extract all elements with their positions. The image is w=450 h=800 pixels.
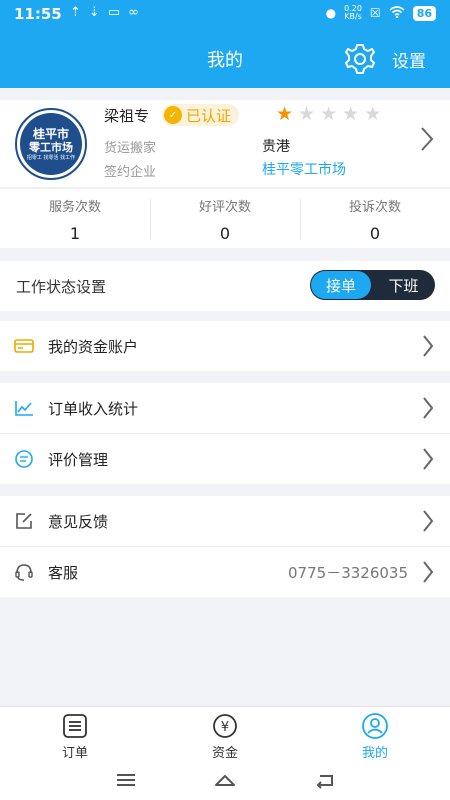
star-empty-icon: ★ bbox=[298, 103, 316, 125]
tab-orders[interactable]: 订单 bbox=[0, 707, 150, 762]
settings-label: 设置 bbox=[392, 51, 426, 72]
user-name: 梁祖专 bbox=[104, 107, 150, 125]
status-time: 11:55 bbox=[14, 5, 62, 23]
menu-item-account[interactable]: 我的资金账户 bbox=[0, 321, 450, 371]
stat-good-review-count: 好评次数 0 bbox=[150, 189, 300, 248]
upload-icon: ⇡ bbox=[70, 5, 81, 20]
status-bar: 11:55 ⇡ ⇣ ▭ ∞ ● 0.20 KB/s ☒ 86 bbox=[0, 0, 450, 30]
sim-icon: ☒ bbox=[369, 6, 381, 20]
chevron-right-icon bbox=[423, 561, 434, 583]
contract-company-label: 签约企业 bbox=[104, 165, 157, 180]
order-list-icon bbox=[63, 714, 87, 738]
rating-stars: ★ ★ ★ ★ ★ bbox=[276, 103, 381, 125]
work-status-toggle[interactable]: 接单 下班 bbox=[310, 270, 435, 300]
star-filled-icon: ★ bbox=[276, 103, 294, 125]
contract-company-value: 桂平零工市场 bbox=[262, 162, 346, 178]
menu-item-income-stats[interactable]: 订单收入统计 bbox=[0, 383, 450, 433]
profile-card[interactable]: 桂平市 零工市场 招零工 找零活 找工作 梁祖专 ✓ 已认证 ★ ★ ★ ★ ★ 货运搬… bbox=[0, 100, 450, 187]
chevron-right-icon bbox=[423, 397, 434, 419]
status-right: ● 0.20 KB/s ☒ 86 bbox=[326, 5, 436, 21]
bottom-tab-bar: 订单 ¥ 资金 我的 bbox=[0, 706, 450, 762]
chevron-right-icon bbox=[423, 448, 434, 470]
toggle-accept-orders[interactable]: 接单 bbox=[311, 271, 371, 299]
app-notification-icon: ▭ bbox=[107, 5, 121, 20]
edit-note-icon bbox=[16, 513, 32, 529]
stats-panel: 服务次数 1 好评次数 0 投诉次数 0 bbox=[0, 188, 450, 248]
location-icon: ● bbox=[325, 6, 337, 20]
svg-text:¥: ¥ bbox=[221, 720, 229, 735]
service-type-label: 货运搬家 bbox=[104, 141, 157, 156]
download-icon: ⇣ bbox=[88, 5, 100, 20]
line-chart-icon bbox=[15, 401, 33, 416]
link-icon: ∞ bbox=[128, 5, 139, 20]
menu-item-feedback[interactable]: 意见反馈 bbox=[0, 496, 450, 546]
headset-icon bbox=[15, 564, 33, 581]
wifi-icon bbox=[389, 5, 405, 21]
wallet-card-icon bbox=[14, 339, 34, 353]
menu-item-customer-service[interactable]: 客服 0775－3326035 bbox=[0, 547, 450, 597]
net-speed: 0.20 KB/s bbox=[344, 4, 362, 21]
verified-badge: ✓ 已认证 bbox=[162, 104, 240, 126]
user-profile-icon bbox=[362, 713, 388, 739]
star-empty-icon: ★ bbox=[342, 103, 360, 125]
work-status-label: 工作状态设置 bbox=[16, 278, 107, 296]
battery-indicator: 86 bbox=[412, 5, 436, 21]
chevron-right-icon bbox=[423, 335, 434, 357]
home-icon[interactable] bbox=[214, 771, 236, 789]
yuan-coin-icon: ¥ bbox=[213, 714, 237, 738]
chevron-right-icon bbox=[421, 127, 434, 151]
work-status-row: 工作状态设置 接单 下班 bbox=[0, 261, 450, 311]
back-icon[interactable] bbox=[314, 771, 336, 789]
system-nav-bar bbox=[0, 762, 450, 800]
service-area-value: 贵港 bbox=[262, 139, 290, 155]
star-empty-icon: ★ bbox=[320, 103, 338, 125]
stat-service-count: 服务次数 1 bbox=[48, 200, 101, 243]
market-logo: 桂平市 零工市场 招零工 找零活 找工作 bbox=[15, 108, 87, 180]
star-empty-icon: ★ bbox=[364, 103, 382, 125]
tab-funds[interactable]: ¥ 资金 bbox=[150, 707, 300, 762]
stat-complaint-count: 投诉次数 0 bbox=[300, 189, 450, 248]
menu-icon[interactable] bbox=[115, 771, 137, 789]
chevron-right-icon bbox=[423, 510, 434, 532]
gear-icon bbox=[345, 44, 375, 74]
toggle-off-duty[interactable]: 下班 bbox=[372, 270, 435, 300]
review-bubble-icon bbox=[15, 450, 33, 468]
app-header: 我的 设置 bbox=[0, 30, 450, 88]
service-phone: 0775－3326035 bbox=[288, 564, 408, 582]
notification-icons: ⇡ ⇣ ▭ ∞ bbox=[70, 5, 139, 20]
menu-item-reviews[interactable]: 评价管理 bbox=[0, 434, 450, 484]
settings-button[interactable]: 设置 bbox=[342, 42, 426, 76]
tab-mine[interactable]: 我的 bbox=[300, 707, 450, 762]
shield-check-icon: ✓ bbox=[164, 106, 182, 124]
